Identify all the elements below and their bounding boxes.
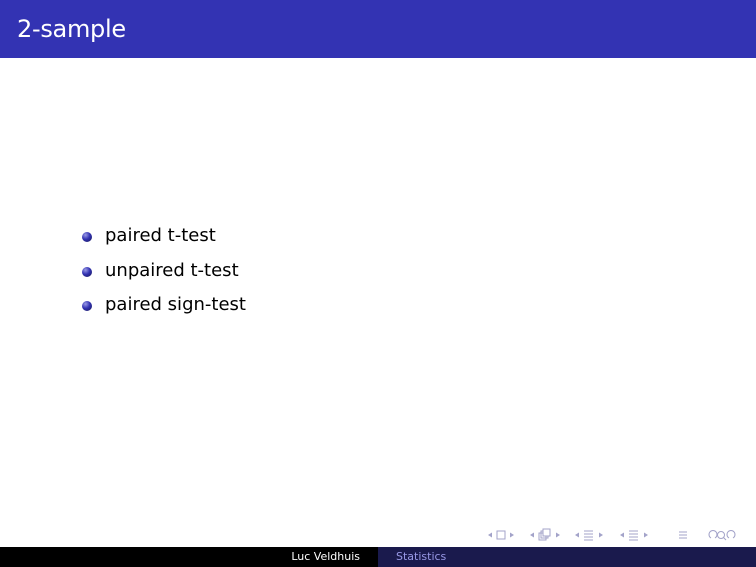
frame-title-bar: 2-sample [0,0,756,58]
bullet-item: unpaired t-test [80,257,246,292]
slide-title: 2-sample [17,15,126,43]
bullet-list: paired t-test unpaired t-test paired sig… [80,222,246,326]
nav-section-icon[interactable] [575,530,603,541]
footer: Luc Veldhuis Statistics [0,547,756,567]
bullet-text: paired sign-test [105,294,246,315]
footer-title-box: Statistics [378,547,756,567]
footer-author-box: Luc Veldhuis [0,547,378,567]
bullet-text: paired t-test [105,225,216,246]
navigation-symbols [484,527,754,543]
bullet-ball-icon [82,266,92,277]
bullet-item: paired t-test [80,222,246,257]
bullet-item: paired sign-test [80,291,246,326]
nav-frame-icon[interactable] [488,530,514,540]
bullet-ball-icon [82,232,92,242]
nav-appendix-icon[interactable] [679,531,687,539]
footer-title: Statistics [396,550,447,563]
nav-subsection-icon[interactable] [530,528,560,541]
nav-search-icon[interactable] [708,530,736,541]
bullet-text: unpaired t-test [105,259,239,281]
nav-document-icon[interactable] [620,530,648,541]
bullet-ball-icon [82,301,92,311]
footer-author: Luc Veldhuis [291,550,360,563]
